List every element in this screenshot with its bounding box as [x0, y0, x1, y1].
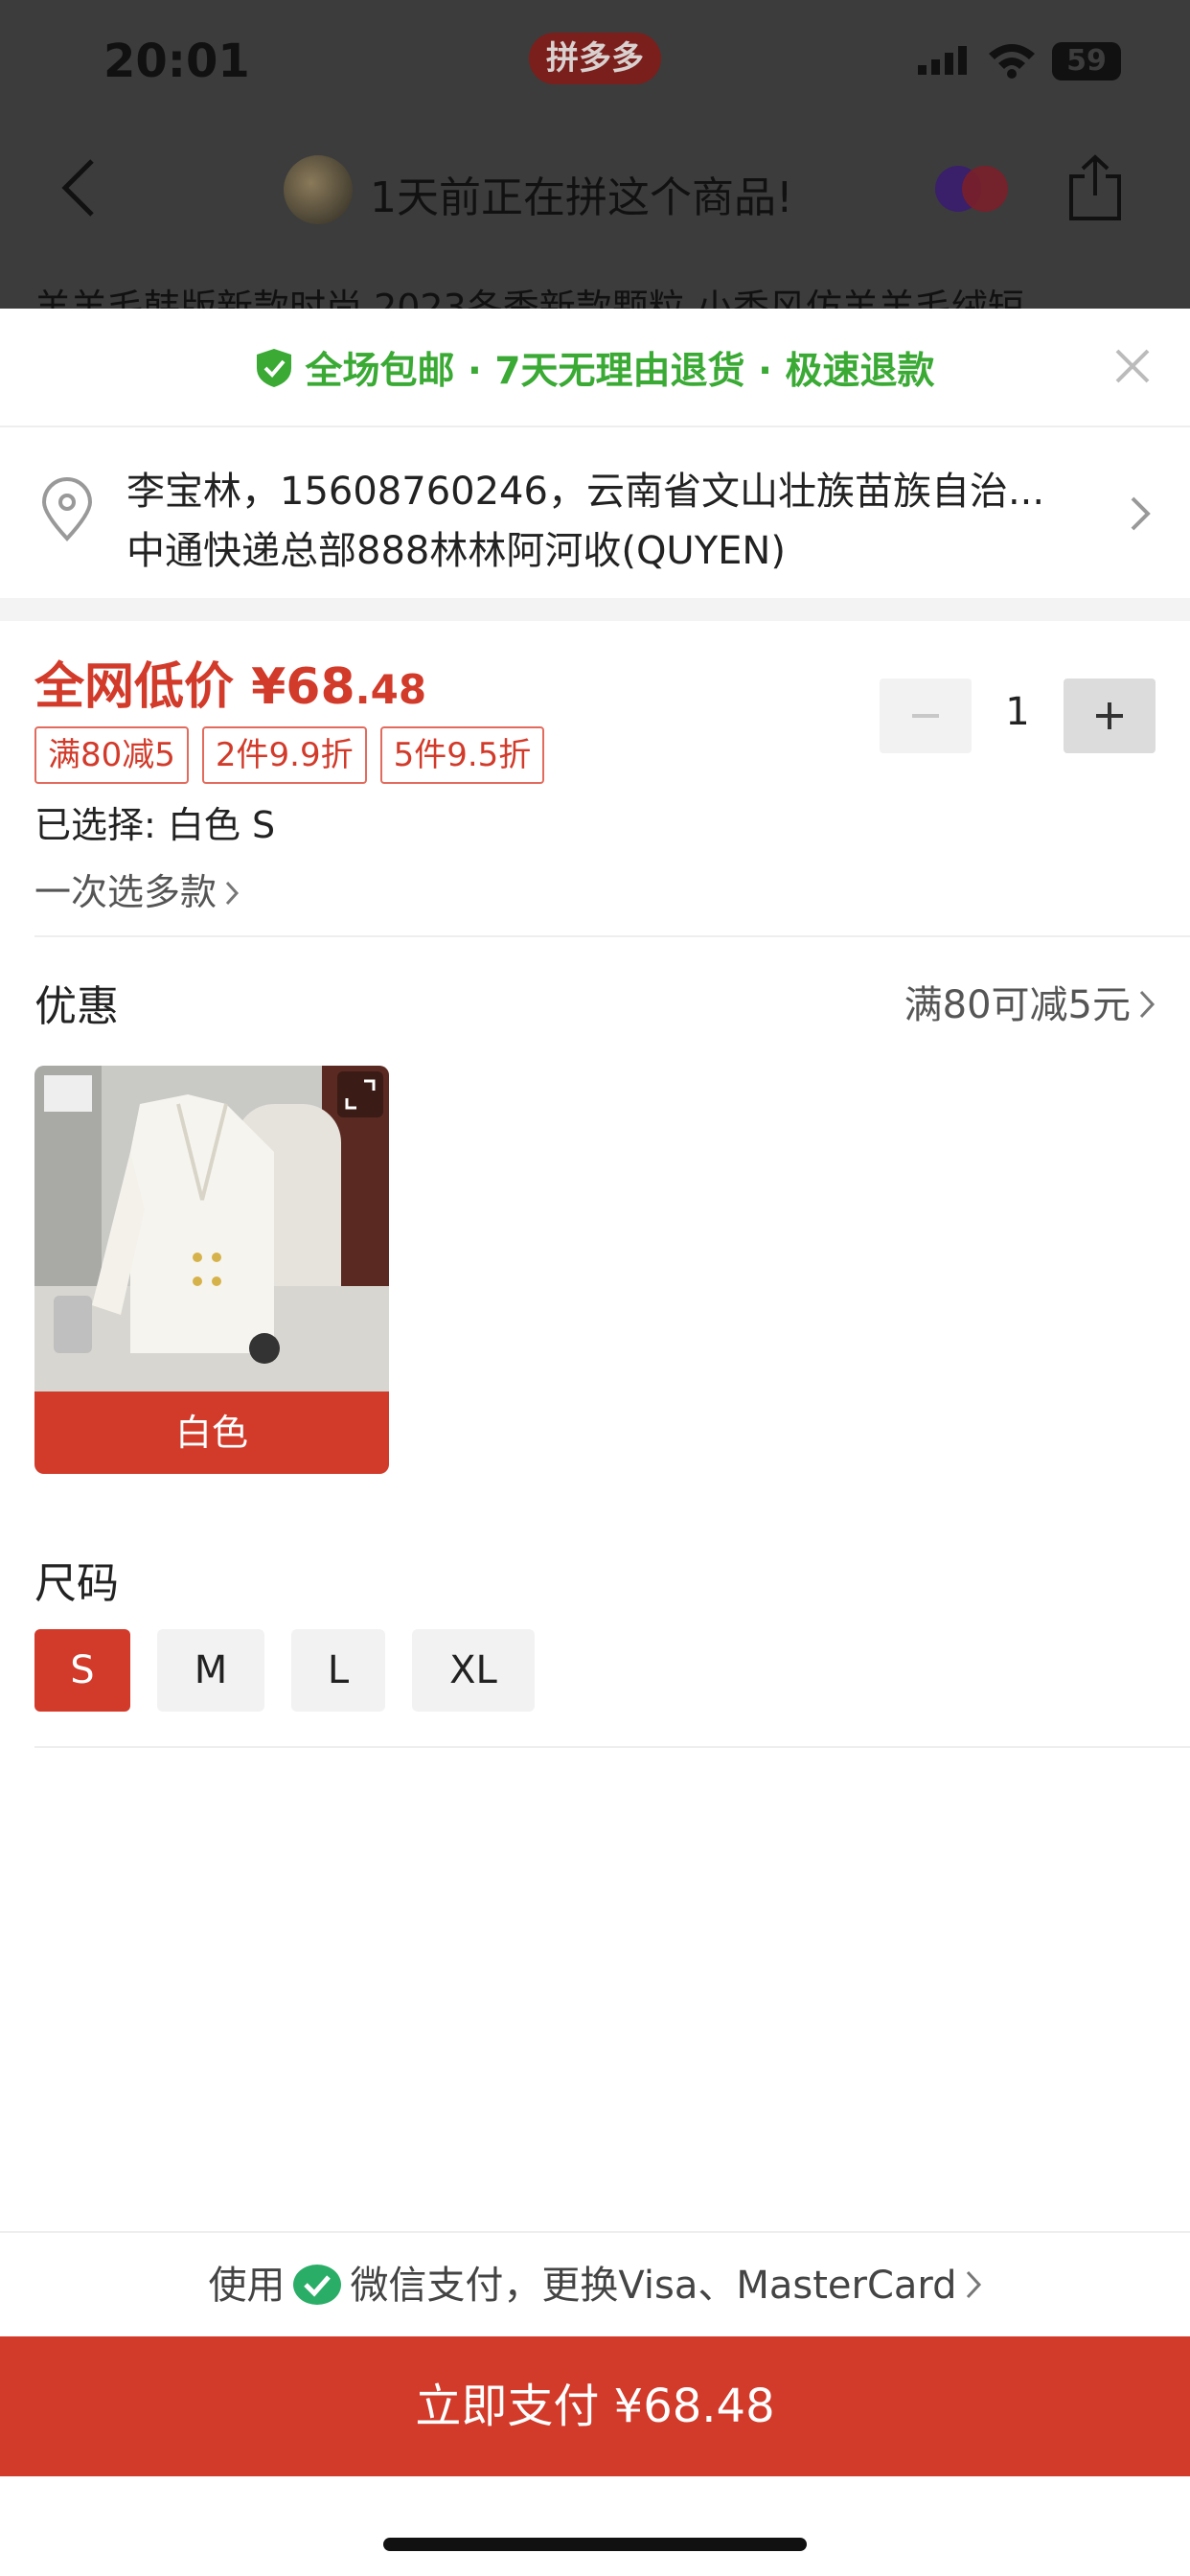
wifi-icon	[989, 44, 1035, 79]
discount-tag: 5件9.5折	[379, 726, 545, 784]
discount-tags: 满80减5 2件9.9折 5件9.5折	[34, 726, 545, 784]
price-main: 全网低价 ¥68	[34, 658, 355, 716]
product-image	[34, 1066, 389, 1392]
size-option-xl[interactable]: XL	[412, 1629, 535, 1712]
expand-icon[interactable]	[337, 1071, 383, 1117]
shipping-address[interactable]: 李宝林，15608760246，云南省文山壮族苗族自治... 中通快递总部888…	[0, 427, 1190, 598]
cellular-signal-icon	[918, 46, 967, 75]
coupon-value-text: 满80可减5元	[904, 983, 1131, 1027]
divider	[34, 935, 1190, 937]
pay-now-button[interactable]: 立即支付 ¥68.48	[0, 2336, 1190, 2476]
background-page: 20:01 拼多多 59 1天前正在拼这个商品! 羊羊毛韩版新款时尚 2023冬…	[0, 0, 1190, 309]
home-indicator	[383, 2538, 807, 2551]
share-icon[interactable]	[1065, 153, 1125, 222]
payment-method-selector[interactable]: 使用 微信支付，更换Visa、MasterCard	[0, 2231, 1190, 2338]
chevron-right-icon	[1139, 990, 1156, 1019]
selected-options: 已选择: 白色 S	[34, 804, 276, 846]
avatar	[284, 155, 353, 224]
address-recipient: 李宝林，15608760246，云南省文山壮族苗族自治...	[126, 470, 1045, 514]
related-products-strip: 羊羊毛韩版新款时尚 2023冬季新款颗粒 小香风仿羊羊毛绒短	[34, 287, 1024, 309]
discount-tag: 2件9.9折	[201, 726, 367, 784]
status-app-badge: 拼多多	[529, 33, 661, 84]
shield-check-icon	[257, 349, 292, 387]
promo-text-row: 全场包邮 · 7天无理由退货 · 极速退款	[0, 341, 1190, 395]
color-option-label: 白色	[34, 1392, 389, 1474]
status-time: 20:01	[103, 34, 250, 88]
price: 全网低价 ¥68.48	[34, 646, 426, 718]
payment-use-label: 使用	[208, 2264, 286, 2308]
divider	[34, 1746, 1190, 1748]
section-divider	[0, 598, 1190, 621]
quantity-value: 1	[1005, 690, 1030, 734]
promo-bar: 全场包邮 · 7天无理由退货 · 极速退款	[0, 309, 1190, 427]
group-avatars-icon	[935, 166, 1008, 212]
back-arrow-icon[interactable]	[59, 157, 98, 218]
multi-select-label: 一次选多款	[34, 871, 217, 913]
discount-tag: 满80减5	[34, 726, 189, 784]
battery-indicator: 59	[1052, 42, 1121, 80]
quantity-decrease-button[interactable]	[880, 678, 972, 753]
location-pin-icon	[41, 477, 93, 541]
nav-title: 1天前正在拼这个商品!	[370, 173, 793, 222]
size-label: 尺码	[34, 1559, 119, 1608]
quantity-increase-button[interactable]	[1064, 678, 1156, 753]
size-option-l[interactable]: L	[291, 1629, 385, 1712]
close-icon[interactable]	[1113, 347, 1152, 385]
size-option-m[interactable]: M	[157, 1629, 264, 1712]
address-detail: 中通快递总部888林林阿河收(QUYEN)	[126, 529, 786, 573]
payment-method-text: 微信支付，更换Visa、MasterCard	[350, 2264, 957, 2308]
wechat-pay-icon	[293, 2265, 342, 2305]
color-option-white[interactable]: 白色	[34, 1066, 389, 1474]
coupon-value[interactable]: 满80可减5元	[904, 974, 1156, 1029]
chevron-right-icon	[225, 881, 240, 906]
coupon-label: 优惠	[34, 982, 119, 1031]
plus-icon	[1096, 702, 1123, 729]
minus-icon	[912, 714, 939, 718]
multi-select-link[interactable]: 一次选多款	[34, 862, 240, 915]
sku-selection-sheet: 全场包邮 · 7天无理由退货 · 极速退款 李宝林，15608760246，云南…	[0, 309, 1190, 2576]
promo-text: 全场包邮 · 7天无理由退货 · 极速退款	[305, 350, 935, 393]
chevron-right-icon	[1131, 496, 1151, 531]
price-cents: .48	[355, 666, 427, 713]
chevron-right-icon	[966, 2270, 981, 2299]
size-option-s[interactable]: S	[34, 1629, 130, 1712]
